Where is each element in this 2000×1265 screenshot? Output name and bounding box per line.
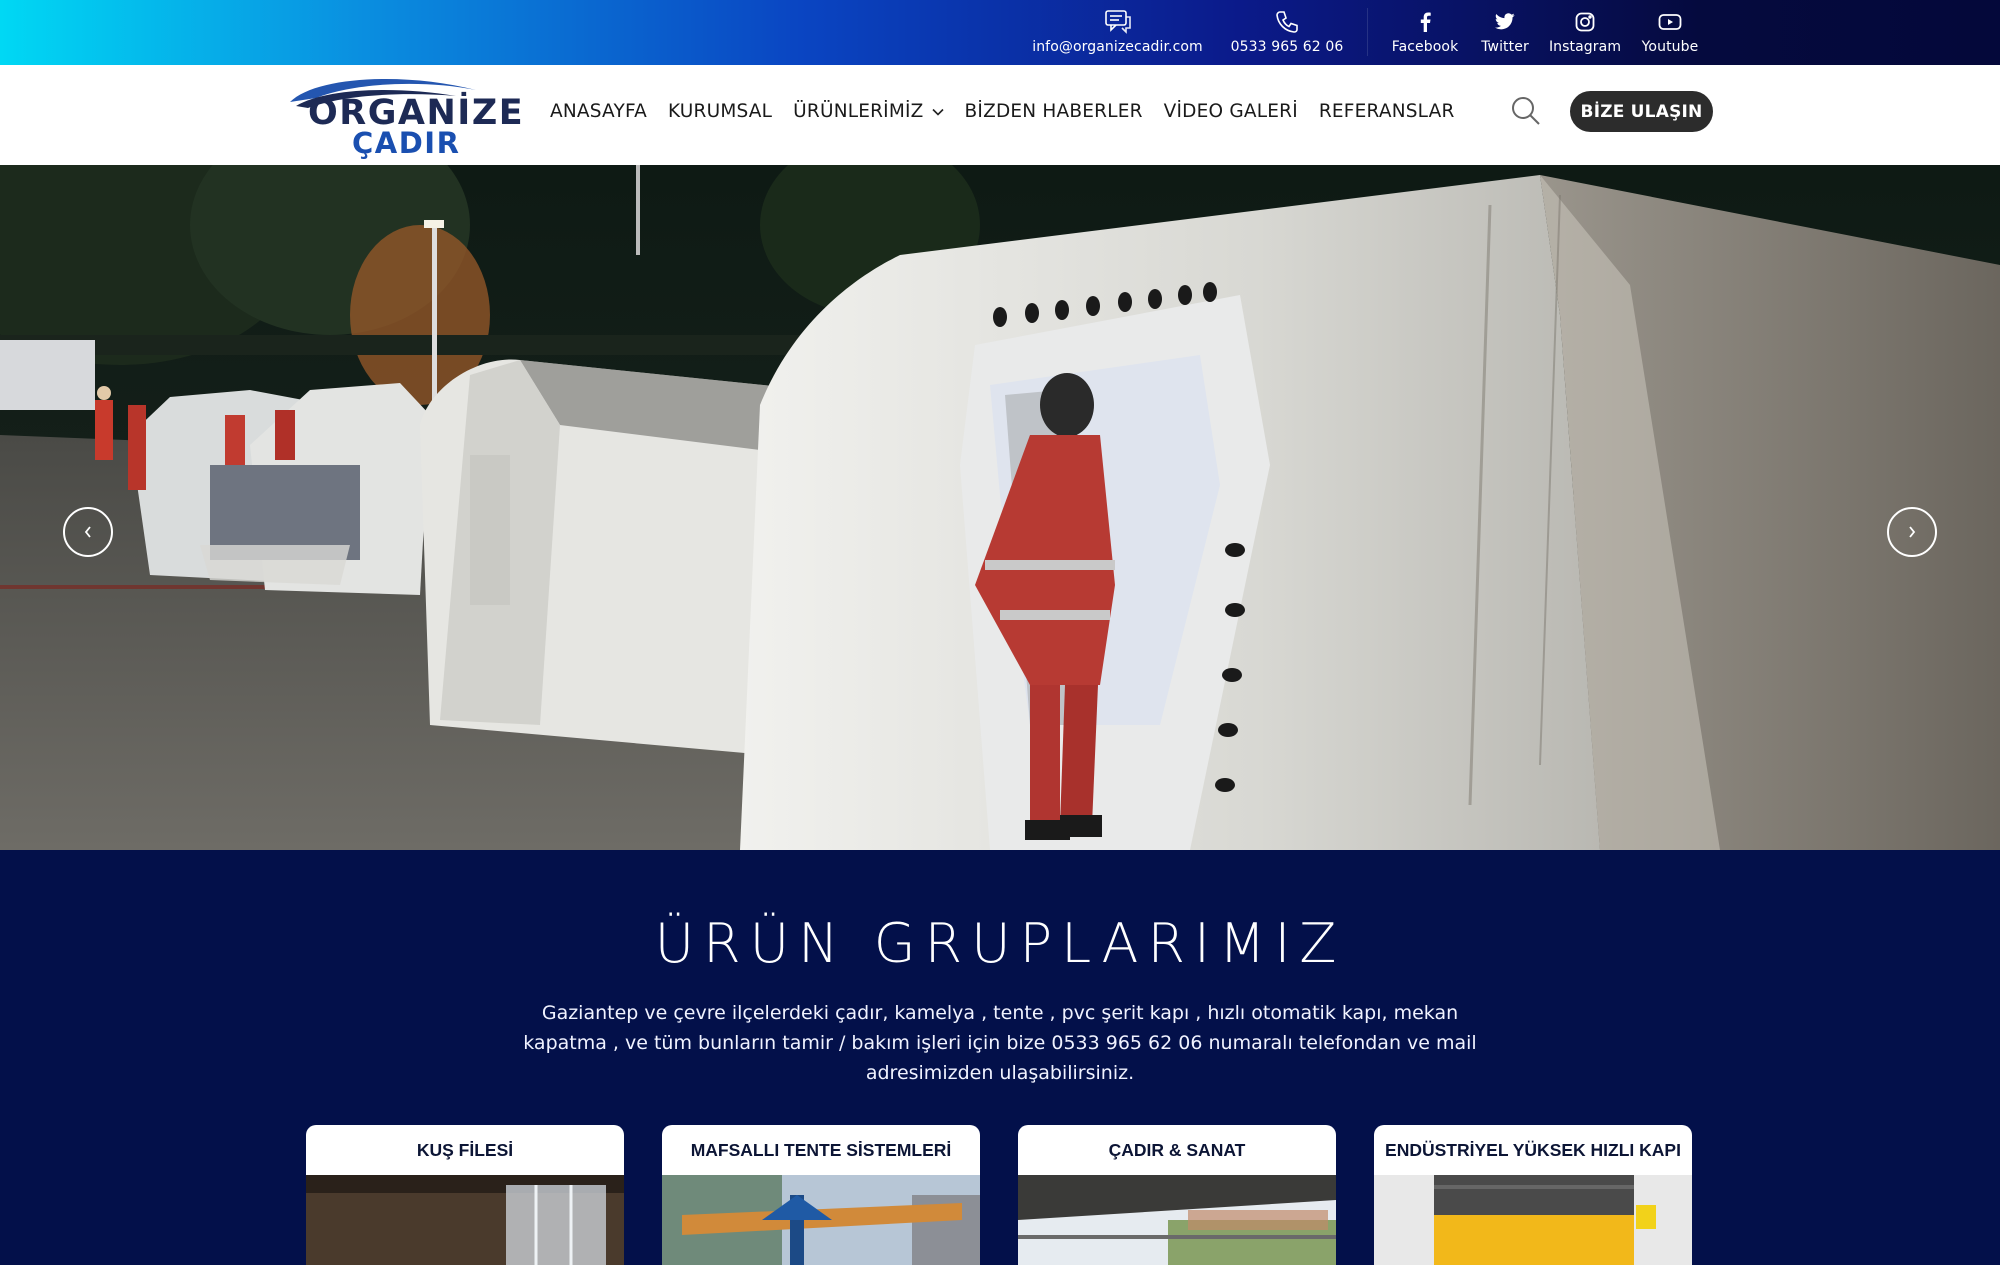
- social-label: Youtube: [1641, 39, 1699, 55]
- social-facebook[interactable]: Facebook: [1385, 8, 1465, 55]
- social-youtube[interactable]: Youtube: [1630, 8, 1710, 55]
- nav-label: ÜRÜNLERİMİZ: [793, 101, 924, 122]
- product-card-image: [306, 1175, 624, 1265]
- social-instagram[interactable]: Instagram: [1545, 8, 1625, 55]
- slider-next-button[interactable]: [1887, 507, 1937, 557]
- phone-text: 0533 965 62 06: [1230, 39, 1344, 55]
- logo-text-line2: ÇADIR: [352, 126, 461, 160]
- site-logo[interactable]: ORGANİZE ÇADIR: [286, 74, 523, 160]
- product-groups-section: ÜRÜN GRUPLARIMIZ Gaziantep ve çevre ilçe…: [0, 850, 2000, 1265]
- product-card-title: ENDÜSTRİYEL YÜKSEK HIZLI KAPI: [1385, 1139, 1681, 1160]
- product-card-title: ÇADIR & SANAT: [1108, 1139, 1246, 1160]
- slider-prev-button[interactable]: [63, 507, 113, 557]
- nav-label: VİDEO GALERİ: [1163, 101, 1298, 122]
- hero-image-tents: [0, 165, 2000, 850]
- phone-icon: [1274, 8, 1300, 35]
- social-label: Instagram: [1548, 39, 1622, 55]
- nav-label: KURUMSAL: [667, 101, 773, 122]
- nav-item-urunlerimiz[interactable]: ÜRÜNLERİMİZ: [793, 101, 944, 122]
- email-link[interactable]: info@organizecadir.com: [1032, 8, 1203, 55]
- facebook-icon: [1418, 8, 1432, 35]
- main-nav: ANASAYFA KURUMSAL ÜRÜNLERİMİZ BİZDEN HAB…: [550, 101, 1476, 122]
- search-icon: [1512, 97, 1540, 125]
- product-card-kus-filesi[interactable]: KUŞ FİLESİ: [306, 1125, 624, 1265]
- nav-item-kurumsal[interactable]: KURUMSAL: [668, 101, 772, 122]
- social-label: Twitter: [1481, 39, 1529, 55]
- contact-cta-button[interactable]: BİZE ULAŞIN: [1570, 91, 1713, 132]
- product-card-endustriyel-kapi[interactable]: ENDÜSTRİYEL YÜKSEK HIZLI KAPI: [1374, 1125, 1692, 1265]
- section-title: ÜRÜN GRUPLARIMIZ: [654, 912, 1346, 975]
- product-card-image: [1374, 1175, 1692, 1265]
- product-card-title: MAFSALLI TENTE SİSTEMLERİ: [690, 1139, 952, 1160]
- nav-item-anasayfa[interactable]: ANASAYFA: [550, 101, 647, 122]
- top-contact-bar: info@organizecadir.com 0533 965 62 06 Fa…: [0, 0, 2000, 65]
- product-card-image: [662, 1175, 980, 1265]
- nav-label: REFERANSLAR: [1318, 101, 1455, 122]
- product-card-title: KUŞ FİLESİ: [416, 1139, 514, 1160]
- product-card-cadir-sanat[interactable]: ÇADIR & SANAT: [1018, 1125, 1336, 1265]
- youtube-icon: [1658, 8, 1682, 35]
- twitter-icon: [1495, 8, 1515, 35]
- email-text: info@organizecadir.com: [1032, 39, 1203, 55]
- nav-item-referanslar[interactable]: REFERANSLAR: [1319, 101, 1455, 122]
- product-card-mafsalli-tente[interactable]: MAFSALLI TENTE SİSTEMLERİ: [662, 1125, 980, 1265]
- chevron-right-icon: [1909, 526, 1916, 538]
- section-description: Gaziantep ve çevre ilçelerdeki çadır, ka…: [523, 1002, 1477, 1084]
- chevron-left-icon: [84, 526, 91, 538]
- nav-label: ANASAYFA: [550, 101, 647, 122]
- instagram-icon: [1575, 8, 1595, 35]
- social-twitter[interactable]: Twitter: [1470, 8, 1540, 55]
- hero-slider: [0, 165, 2000, 850]
- social-label: Facebook: [1391, 39, 1459, 55]
- chevron-down-icon: [931, 108, 944, 116]
- nav-label: BİZDEN HABERLER: [964, 101, 1143, 122]
- nav-item-bizden-haberler[interactable]: BİZDEN HABERLER: [965, 101, 1143, 122]
- topbar-divider: [1367, 8, 1368, 56]
- phone-link[interactable]: 0533 965 62 06: [1230, 8, 1344, 55]
- nav-item-video-galeri[interactable]: VİDEO GALERİ: [1164, 101, 1298, 122]
- search-button[interactable]: [1510, 95, 1542, 127]
- chat-icon: [1104, 8, 1132, 35]
- main-header: ORGANİZE ÇADIR ANASAYFA KURUMSAL ÜRÜNLER…: [0, 65, 2000, 165]
- product-card-image: [1018, 1175, 1336, 1265]
